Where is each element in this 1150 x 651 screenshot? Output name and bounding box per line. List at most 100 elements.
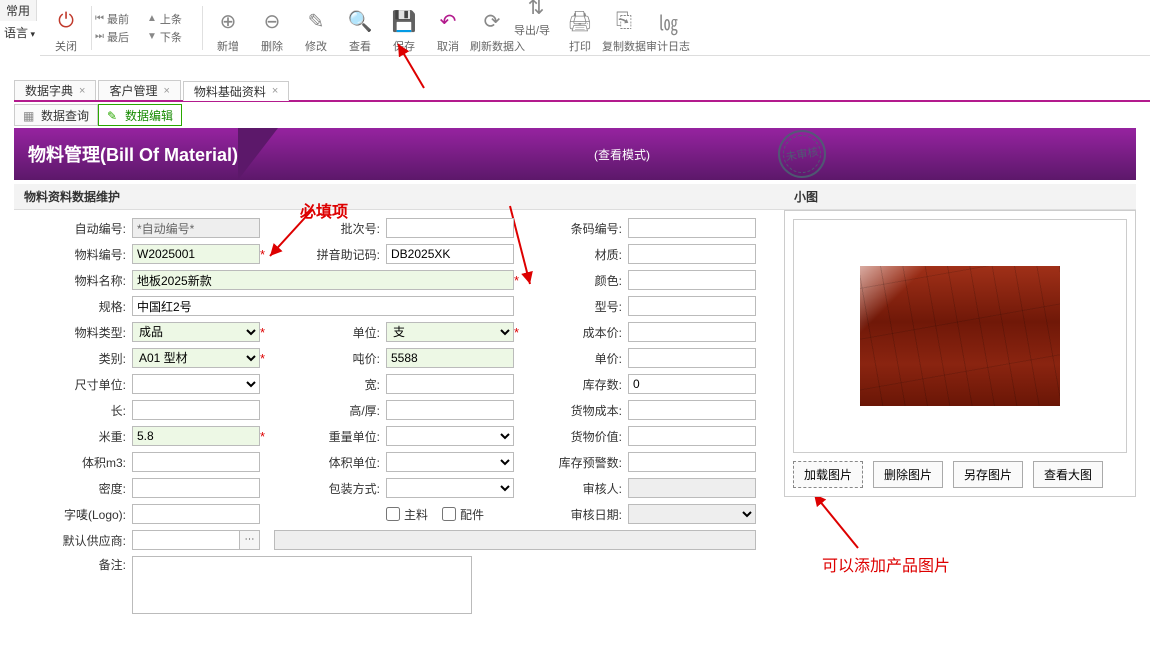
db-edit-icon: ✎	[302, 8, 330, 36]
input-audit-date[interactable]	[628, 504, 756, 524]
input-auto-no	[132, 218, 260, 238]
label-goods-val: 货物价值:	[528, 428, 628, 445]
input-volume[interactable]	[132, 452, 260, 472]
unaudited-stamp: 未审核	[774, 126, 830, 182]
input-goods-val[interactable]	[628, 426, 756, 446]
input-density[interactable]	[132, 478, 260, 498]
input-mat-name[interactable]	[132, 270, 514, 290]
input-mat-no[interactable]	[132, 244, 260, 264]
label-auto-no: 自动编号:	[22, 220, 132, 237]
input-warn-qty[interactable]	[628, 452, 756, 472]
language-menu[interactable]: 语言	[0, 22, 39, 43]
copy-button[interactable]: ⎘复制数据	[602, 2, 646, 54]
nav-prev[interactable]: ▲上条	[147, 11, 199, 27]
db-view-icon: 🔍	[346, 8, 374, 36]
label-warn-qty: 库存预警数:	[528, 454, 628, 471]
close-button[interactable]: ⏻ 关闭	[44, 2, 88, 54]
tab-material-base[interactable]: 物料基础资料×	[183, 81, 289, 101]
refresh-icon: ⟳	[478, 8, 506, 36]
textarea-remarks[interactable]	[132, 556, 472, 614]
refresh-button[interactable]: ⟳刷新数据	[470, 2, 514, 54]
nav-next[interactable]: ▼下条	[147, 29, 199, 45]
input-pinyin[interactable]	[386, 244, 514, 264]
edit-button[interactable]: ✎修改	[294, 2, 338, 54]
copy-icon: ⎘	[610, 8, 638, 36]
input-color[interactable]	[628, 270, 756, 290]
required-marker: *	[260, 429, 274, 444]
print-icon: 🖨	[566, 8, 594, 36]
print-button[interactable]: 🖨打印	[558, 2, 602, 54]
log-icon: ㏒	[654, 8, 682, 36]
input-barcode[interactable]	[628, 218, 756, 238]
nav-first[interactable]: ⏮最前	[95, 11, 147, 27]
select-mat-type[interactable]: 成品	[132, 322, 260, 342]
checkbox-accessory[interactable]: 配件	[442, 506, 484, 523]
add-button[interactable]: ⊕新增	[206, 2, 250, 54]
nav-prev-next: ▲上条 ▼下条	[147, 2, 199, 54]
input-model[interactable]	[628, 296, 756, 316]
select-vol-unit[interactable]	[386, 452, 514, 472]
required-marker: *	[514, 325, 528, 340]
close-icon[interactable]: ×	[79, 85, 85, 97]
label-logo: 字唛(Logo):	[22, 506, 132, 523]
input-stock[interactable]	[628, 374, 756, 394]
input-price[interactable]	[628, 348, 756, 368]
input-height[interactable]	[386, 400, 514, 420]
view-big-image-button[interactable]: 查看大图	[1033, 461, 1103, 488]
save-button[interactable]: 💾保存	[382, 2, 426, 54]
view-mode-label: (查看模式)	[594, 146, 650, 163]
export-button[interactable]: ⇅导出/导入	[514, 2, 558, 54]
select-category[interactable]: A01 型材	[132, 348, 260, 368]
label-pinyin: 拼音助记码:	[274, 246, 386, 263]
required-marker: *	[260, 325, 274, 340]
separator	[91, 6, 92, 50]
label-material: 材质:	[528, 246, 628, 263]
tab-data-dictionary[interactable]: 数据字典×	[14, 80, 96, 100]
label-wt-unit: 重量单位:	[274, 428, 386, 445]
input-cost[interactable]	[628, 322, 756, 342]
checkbox-main-material[interactable]: 主料	[386, 506, 428, 523]
audit-log-button[interactable]: ㏒审计日志	[646, 2, 690, 54]
subtab-data-query[interactable]: 数据查询	[14, 104, 98, 126]
delete-button[interactable]: ⊖删除	[250, 2, 294, 54]
nav-last[interactable]: ⏭最后	[95, 29, 147, 45]
close-icon[interactable]: ×	[272, 85, 278, 97]
select-pack[interactable]	[386, 478, 514, 498]
label-vol-unit: 体积单位:	[274, 454, 386, 471]
label-price: 单价:	[528, 350, 628, 367]
label-volume: 体积m3:	[22, 454, 132, 471]
label-dim-unit: 尺寸单位:	[22, 376, 132, 393]
main-toolbar: ⏻ 关闭 ⏮最前 ⏭最后 ▲上条 ▼下条 ⊕新增 ⊖删除 ✎修改 🔍查看 💾保存…	[40, 0, 1150, 56]
tab-customer-mgmt[interactable]: 客户管理×	[98, 80, 180, 100]
input-goods-cost[interactable]	[628, 400, 756, 420]
input-material[interactable]	[628, 244, 756, 264]
input-length[interactable]	[132, 400, 260, 420]
ribbon-common-tab[interactable]: 常用	[0, 0, 37, 21]
image-annotation: 可以添加产品图片	[822, 552, 950, 576]
input-meter-wt[interactable]	[132, 426, 260, 446]
sub-tabs: 数据查询 数据编辑	[14, 104, 182, 126]
delete-image-button[interactable]: 删除图片	[873, 461, 943, 488]
cancel-button[interactable]: ↶取消	[426, 2, 470, 54]
page-header: 物料管理(Bill Of Material) (查看模式) 未审核	[14, 128, 1136, 180]
label-barcode: 条码编号:	[528, 220, 628, 237]
label-pack: 包装方式:	[274, 480, 386, 497]
input-logo[interactable]	[132, 504, 260, 524]
label-audit-date: 审核日期:	[528, 506, 628, 523]
select-unit[interactable]: 支	[386, 322, 514, 342]
label-length: 长:	[22, 402, 132, 419]
view-button[interactable]: 🔍查看	[338, 2, 382, 54]
select-wt-unit[interactable]	[386, 426, 514, 446]
load-image-button[interactable]: 加载图片	[793, 461, 863, 488]
close-icon[interactable]: ×	[163, 85, 169, 97]
lookup-button[interactable]: ⋯	[240, 530, 260, 550]
save-image-button[interactable]: 另存图片	[953, 461, 1023, 488]
input-width[interactable]	[386, 374, 514, 394]
input-spec[interactable]	[132, 296, 514, 316]
input-batch[interactable]	[386, 218, 514, 238]
input-def-supplier[interactable]	[132, 530, 240, 550]
input-ton-price[interactable]	[386, 348, 514, 368]
select-dim-unit[interactable]	[132, 374, 260, 394]
subtab-data-edit[interactable]: 数据编辑	[98, 104, 182, 126]
skip-first-icon: ⏮	[95, 13, 104, 24]
